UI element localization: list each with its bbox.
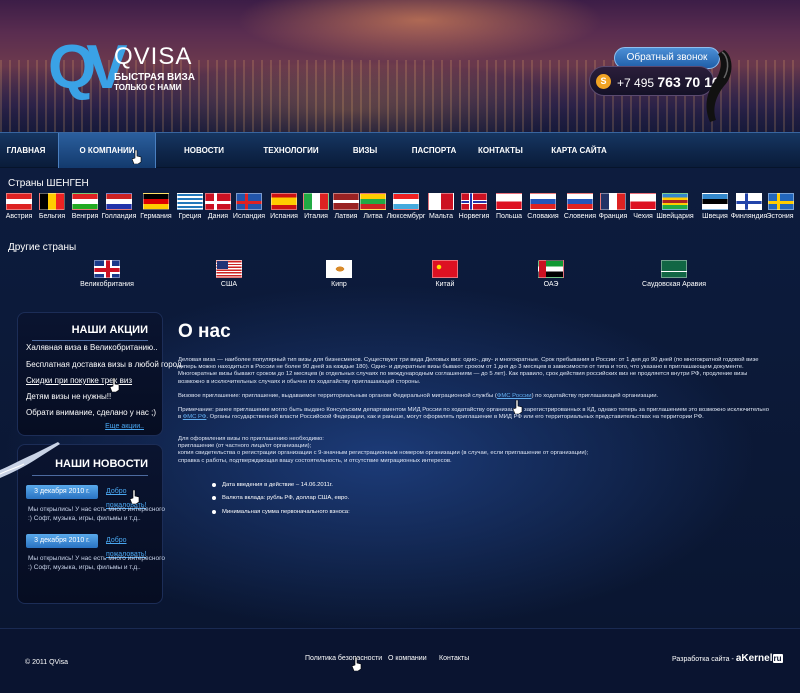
- flag-slovakia[interactable]: [530, 193, 556, 210]
- news-title: НАШИ НОВОСТИ: [55, 458, 148, 470]
- nav-passports[interactable]: ПАСПОРТА: [410, 133, 458, 168]
- news-text: Мы открылись! У нас есть много интересно…: [28, 555, 165, 571]
- promo-item[interactable]: Халявная виза в Великобританию..: [26, 342, 158, 353]
- flag-italy[interactable]: [303, 193, 329, 210]
- nav-news[interactable]: НОВОСТИ: [176, 133, 232, 168]
- developer-credit[interactable]: Разработка сайта - aKernelru: [672, 653, 783, 666]
- flag-switzerland[interactable]: [662, 193, 688, 210]
- page-title: О нас: [178, 321, 231, 342]
- country-label-china[interactable]: Китай: [395, 280, 495, 290]
- skype-icon: S: [596, 74, 611, 89]
- other-countries-heading: Другие страны: [8, 242, 77, 253]
- bullet-item: Дата введения в действие – 14.06.2011г.: [212, 482, 333, 488]
- content-paragraph: Для оформления визы по приглашению необх…: [178, 436, 589, 464]
- flag-luxembourg[interactable]: [393, 193, 419, 210]
- hand-cursor-icon: [513, 400, 523, 414]
- promos-title: НАШИ АКЦИИ: [71, 324, 148, 336]
- country-label-uae[interactable]: ОАЭ: [501, 280, 601, 290]
- fms-rf-link[interactable]: ФМС РФ: [183, 414, 207, 420]
- flag-czech[interactable]: [630, 193, 656, 210]
- flag-sweden[interactable]: [702, 193, 728, 210]
- flag-norway[interactable]: [461, 193, 487, 210]
- logo-name: QVISA: [114, 43, 193, 70]
- news-date-badge: 3 декабря 2010 г.: [26, 534, 98, 548]
- footer-link-privacy[interactable]: Политика безопасности: [305, 654, 382, 664]
- header-banner: QV QVISA БЫСТРАЯ ВИЗА ТОЛЬКО С НАМИ Обра…: [0, 0, 800, 132]
- news-text: Мы открылись! У нас есть много интересно…: [28, 506, 165, 522]
- more-promos-link[interactable]: Еще акции..: [105, 422, 144, 432]
- nav-home[interactable]: ГЛАВНАЯ: [0, 133, 52, 168]
- telephone-handset-icon: [706, 50, 732, 122]
- bullet-item: Минимальная сумма первоначального взноса…: [212, 509, 350, 515]
- country-label-usa[interactable]: США: [179, 280, 279, 290]
- flag-hungary[interactable]: [72, 193, 98, 210]
- footer: © 2011 QVisa Политика безопасности О ком…: [0, 628, 800, 693]
- country-label-saudi-arabia[interactable]: Саудовская Аравия: [624, 280, 724, 290]
- country-label-iceland[interactable]: Исландия: [229, 212, 269, 222]
- logo-tagline-2: ТОЛЬКО С НАМИ: [114, 83, 182, 92]
- hand-cursor-icon: [110, 378, 120, 392]
- country-label-netherlands[interactable]: Голландия: [99, 212, 139, 222]
- content-paragraph: Примечание: ранее приглашение могло быть…: [178, 407, 769, 421]
- nav-technologies[interactable]: ТЕХНОЛОГИИ: [262, 133, 320, 168]
- flag-belgium[interactable]: [39, 193, 65, 210]
- fms-link[interactable]: ФМС России: [497, 393, 532, 399]
- content-paragraph: Визовое приглашение: приглашение, выдава…: [178, 393, 659, 399]
- logo-tagline-1: БЫСТРАЯ ВИЗА: [114, 72, 195, 83]
- hand-cursor-icon: [130, 490, 140, 504]
- content-paragraph: Деловая виза — наиболее популярный тип в…: [178, 357, 759, 385]
- nav-visas[interactable]: ВИЗЫ: [346, 133, 384, 168]
- flag-uae[interactable]: [538, 260, 564, 278]
- country-label-estonia[interactable]: Эстония: [760, 212, 800, 222]
- flag-spain[interactable]: [271, 193, 297, 210]
- hand-cursor-icon: [132, 150, 142, 164]
- flag-latvia[interactable]: [333, 193, 359, 210]
- promos-panel: НАШИ АКЦИИ Халявная виза в Великобритани…: [17, 312, 184, 436]
- flag-usa[interactable]: [216, 260, 242, 278]
- country-label-uk[interactable]: Великобритания: [57, 280, 157, 290]
- nav-contacts[interactable]: КОНТАКТЫ: [478, 133, 523, 168]
- site-logo[interactable]: QV QVISA БЫСТРАЯ ВИЗА ТОЛЬКО С НАМИ: [48, 36, 198, 102]
- flag-china[interactable]: [432, 260, 458, 278]
- country-label-slovakia[interactable]: Словакия: [523, 212, 563, 222]
- nav-sitemap[interactable]: КАРТА САЙТА: [550, 133, 608, 168]
- promos-divider: [32, 340, 148, 341]
- flag-netherlands[interactable]: [106, 193, 132, 210]
- promo-item[interactable]: Обрати внимание, сделано у нас ;): [26, 407, 156, 418]
- logo-mark-icon: QV: [48, 33, 128, 102]
- promo-item[interactable]: Детям визы не нужны!!: [26, 391, 111, 402]
- country-label-switzerland[interactable]: Швейцария: [655, 212, 695, 222]
- flag-saudi-arabia[interactable]: [661, 260, 687, 278]
- flag-greece[interactable]: [177, 193, 203, 210]
- country-label-cyprus[interactable]: Кипр: [289, 280, 389, 290]
- flag-finland[interactable]: [736, 193, 762, 210]
- copyright: © 2011 QVisa: [25, 659, 69, 666]
- flag-slovenia[interactable]: [567, 193, 593, 210]
- flag-austria[interactable]: [6, 193, 32, 210]
- flag-iceland[interactable]: [236, 193, 262, 210]
- hand-cursor-icon: [352, 657, 362, 671]
- flag-denmark[interactable]: [205, 193, 231, 210]
- news-date-badge: 3 декабря 2010 г.: [26, 485, 98, 499]
- flag-lithuania[interactable]: [360, 193, 386, 210]
- footer-link-about[interactable]: О компании: [388, 654, 427, 664]
- flag-germany[interactable]: [143, 193, 169, 210]
- country-label-norway[interactable]: Норвегия: [454, 212, 494, 222]
- country-label-luxembourg[interactable]: Люксембург: [386, 212, 426, 222]
- footer-link-contacts[interactable]: Контакты: [439, 654, 469, 664]
- flag-uk[interactable]: [94, 260, 120, 278]
- schengen-heading: Страны ШЕНГЕН: [8, 178, 89, 189]
- main-nav: ГЛАВНАЯ О КОМПАНИИ НОВОСТИ ТЕХНОЛОГИИ ВИ…: [0, 132, 800, 168]
- flag-poland[interactable]: [496, 193, 522, 210]
- flag-cyprus[interactable]: [326, 260, 352, 278]
- flag-malta[interactable]: [428, 193, 454, 210]
- pen-hand-icon: [0, 442, 60, 478]
- bullet-item: Валюта вклада: рубль РФ, доллар США, евр…: [211, 495, 350, 501]
- flag-estonia[interactable]: [768, 193, 794, 210]
- flag-france[interactable]: [600, 193, 626, 210]
- promo-item[interactable]: Бесплатная доставка визы в любой город.: [26, 359, 184, 370]
